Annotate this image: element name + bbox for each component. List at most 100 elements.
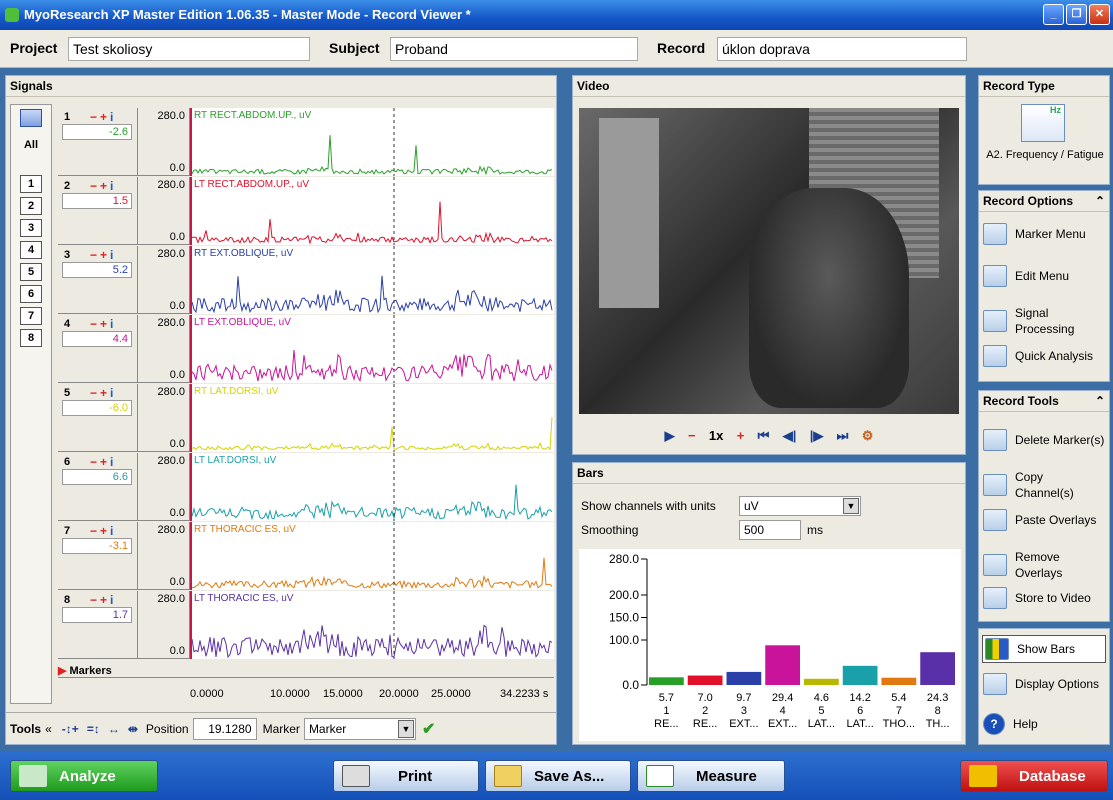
faster-button[interactable]: + bbox=[737, 422, 745, 450]
channel-info-button[interactable]: i bbox=[110, 248, 116, 262]
channel-plus-button[interactable]: + bbox=[100, 524, 110, 538]
chevron-down-icon[interactable]: ▼ bbox=[843, 498, 859, 514]
channel-info-button[interactable]: i bbox=[110, 317, 116, 331]
marker-menu-button[interactable]: Marker Menu bbox=[983, 223, 1105, 245]
record-info-bar: Project Test skoliosy Subject Proband Re… bbox=[0, 30, 1113, 68]
channel-value-field[interactable]: 1.7 bbox=[62, 607, 132, 623]
chevron-down-icon[interactable]: ▼ bbox=[397, 719, 414, 738]
channel-plot[interactable]: LT THORACIC ES, uV bbox=[190, 591, 554, 659]
edit-menu-button[interactable]: Edit Menu bbox=[983, 265, 1105, 287]
channel-plot[interactable]: RT LAT.DORSI, uV bbox=[190, 384, 554, 452]
record-options-title: Record Options ⌃ bbox=[979, 191, 1109, 212]
database-button[interactable]: Database bbox=[960, 760, 1108, 792]
channel-plot[interactable]: RT RECT.ABDOM.UP., uV bbox=[190, 108, 554, 176]
tools-bar: Tools « -↕+ =↕ ↔ ⇹ Position 19.1280 Mark… bbox=[6, 712, 556, 744]
frequency-fatigue-icon[interactable]: Hz bbox=[1021, 104, 1065, 142]
signal-rows: 1 −+i -2.6 280.0 0.0 RT RECT.ABDOM.UP., uV 2 −+… bbox=[6, 76, 558, 746]
position-field[interactable]: 19.1280 bbox=[192, 717, 257, 740]
print-button[interactable]: Print bbox=[333, 760, 479, 792]
channel-value-field[interactable]: -2.6 bbox=[62, 124, 132, 140]
channel-info-button[interactable]: i bbox=[110, 179, 116, 193]
skip-start-icon[interactable]: ⏮ bbox=[758, 422, 770, 450]
signal-processing-button[interactable]: Signal Processing bbox=[983, 305, 1105, 337]
channel-plot[interactable]: LT LAT.DORSI, uV bbox=[190, 453, 554, 521]
channel-info-button[interactable]: i bbox=[110, 110, 116, 124]
confirm-check-icon[interactable]: ✔ bbox=[422, 719, 435, 739]
marker-select[interactable]: Marker ▼ bbox=[303, 717, 416, 740]
channel-plus-button[interactable]: + bbox=[100, 455, 110, 469]
analyze-button[interactable]: Analyze bbox=[10, 760, 158, 792]
maximize-button[interactable]: ❐ bbox=[1066, 4, 1087, 25]
fit-horizontal-icon[interactable]: ⇹ bbox=[128, 722, 138, 736]
channel-plot[interactable]: LT EXT.OBLIQUE, uV bbox=[190, 315, 554, 383]
channel-minus-button[interactable]: − bbox=[90, 593, 100, 607]
channel-plus-button[interactable]: + bbox=[100, 248, 110, 262]
show-bars-button[interactable]: Show Bars bbox=[982, 635, 1106, 663]
channel-plus-button[interactable]: + bbox=[100, 179, 110, 193]
copy-channels-button[interactable]: Copy Channel(s) bbox=[983, 469, 1105, 501]
channel-plus-button[interactable]: + bbox=[100, 386, 110, 400]
fit-vertical-icon[interactable]: =↕ bbox=[87, 722, 100, 736]
channel-minus-button[interactable]: − bbox=[90, 386, 100, 400]
zoom-horizontal-icon[interactable]: ↔ bbox=[108, 722, 120, 736]
save-as-button[interactable]: Save As... bbox=[485, 760, 631, 792]
quick-analysis-button[interactable]: Quick Analysis bbox=[983, 345, 1105, 367]
slower-button[interactable]: − bbox=[688, 422, 696, 450]
channel-minus-button[interactable]: − bbox=[90, 248, 100, 262]
channel-plus-button[interactable]: + bbox=[100, 317, 110, 331]
video-window-shape bbox=[599, 118, 659, 308]
channel-value-field[interactable]: -3.1 bbox=[62, 538, 132, 554]
channel-minus-button[interactable]: − bbox=[90, 317, 100, 331]
channel-plus-button[interactable]: + bbox=[100, 110, 110, 124]
record-type-label[interactable]: A2. Frequency / Fatigue bbox=[983, 148, 1107, 162]
measure-button[interactable]: Measure bbox=[637, 760, 785, 792]
channel-info-button[interactable]: i bbox=[110, 386, 116, 400]
tools-collapse-icon[interactable]: « bbox=[45, 722, 52, 736]
collapse-icon[interactable]: ⌃ bbox=[1095, 394, 1105, 408]
display-options-button[interactable]: Display Options bbox=[983, 673, 1105, 695]
store-to-video-button[interactable]: Store to Video bbox=[983, 587, 1105, 609]
help-button[interactable]: ? Help bbox=[983, 713, 1105, 735]
channel-plot[interactable]: RT EXT.OBLIQUE, uV bbox=[190, 246, 554, 314]
bar-value-label: 9.7 bbox=[736, 692, 751, 704]
delete-markers-button[interactable]: Delete Marker(s) bbox=[983, 429, 1105, 451]
channel-plus-button[interactable]: + bbox=[100, 593, 110, 607]
smoothing-field[interactable]: 500 bbox=[739, 520, 801, 540]
remove-overlays-button[interactable]: Remove Overlays bbox=[983, 549, 1105, 581]
paste-overlays-button[interactable]: Paste Overlays bbox=[983, 509, 1105, 531]
channel-minus-button[interactable]: − bbox=[90, 179, 100, 193]
collapse-icon[interactable]: ⌃ bbox=[1095, 194, 1105, 208]
minimize-button[interactable]: _ bbox=[1043, 4, 1064, 25]
play-icon[interactable]: ▶ bbox=[665, 422, 675, 450]
skip-end-icon[interactable]: ⏭ bbox=[837, 422, 849, 450]
video-frame[interactable] bbox=[579, 108, 959, 414]
channel-controls: −+i bbox=[90, 317, 116, 331]
save-as-icon bbox=[494, 765, 522, 787]
units-select[interactable]: uV ▼ bbox=[739, 496, 861, 516]
channel-value-field[interactable]: 1.5 bbox=[62, 193, 132, 209]
zoom-vertical-icon[interactable]: -↕+ bbox=[62, 722, 79, 736]
channel-minus-button[interactable]: − bbox=[90, 524, 100, 538]
channel-info-button[interactable]: i bbox=[110, 524, 116, 538]
channel-minus-button[interactable]: − bbox=[90, 455, 100, 469]
channel-value-field[interactable]: 4.4 bbox=[62, 331, 132, 347]
record-tools-title: Record Tools ⌃ bbox=[979, 391, 1109, 412]
channel-plot[interactable]: RT THORACIC ES, uV bbox=[190, 522, 554, 590]
step-back-icon[interactable]: ◀| bbox=[783, 422, 797, 450]
channel-minus-button[interactable]: − bbox=[90, 110, 100, 124]
channel-value-field[interactable]: 6.6 bbox=[62, 469, 132, 485]
video-settings-icon[interactable]: ⚙ bbox=[862, 422, 874, 450]
channel-value-field[interactable]: 5.2 bbox=[62, 262, 132, 278]
close-button[interactable]: ✕ bbox=[1089, 4, 1110, 25]
channel-plot[interactable]: LT RECT.ABDOM.UP., uV bbox=[190, 177, 554, 245]
channel-value-field[interactable]: -6.0 bbox=[62, 400, 132, 416]
signal-trace-line bbox=[192, 349, 553, 383]
record-field[interactable]: úklon doprava bbox=[717, 37, 967, 61]
subject-field[interactable]: Proband bbox=[390, 37, 638, 61]
channel-info-button[interactable]: i bbox=[110, 455, 116, 469]
markers-row[interactable]: ▶ Markers bbox=[58, 664, 554, 678]
project-field[interactable]: Test skoliosy bbox=[68, 37, 310, 61]
step-forward-icon[interactable]: |▶ bbox=[810, 422, 824, 450]
channel-info-button[interactable]: i bbox=[110, 593, 116, 607]
channel-scale: 280.0 0.0 bbox=[138, 177, 190, 245]
